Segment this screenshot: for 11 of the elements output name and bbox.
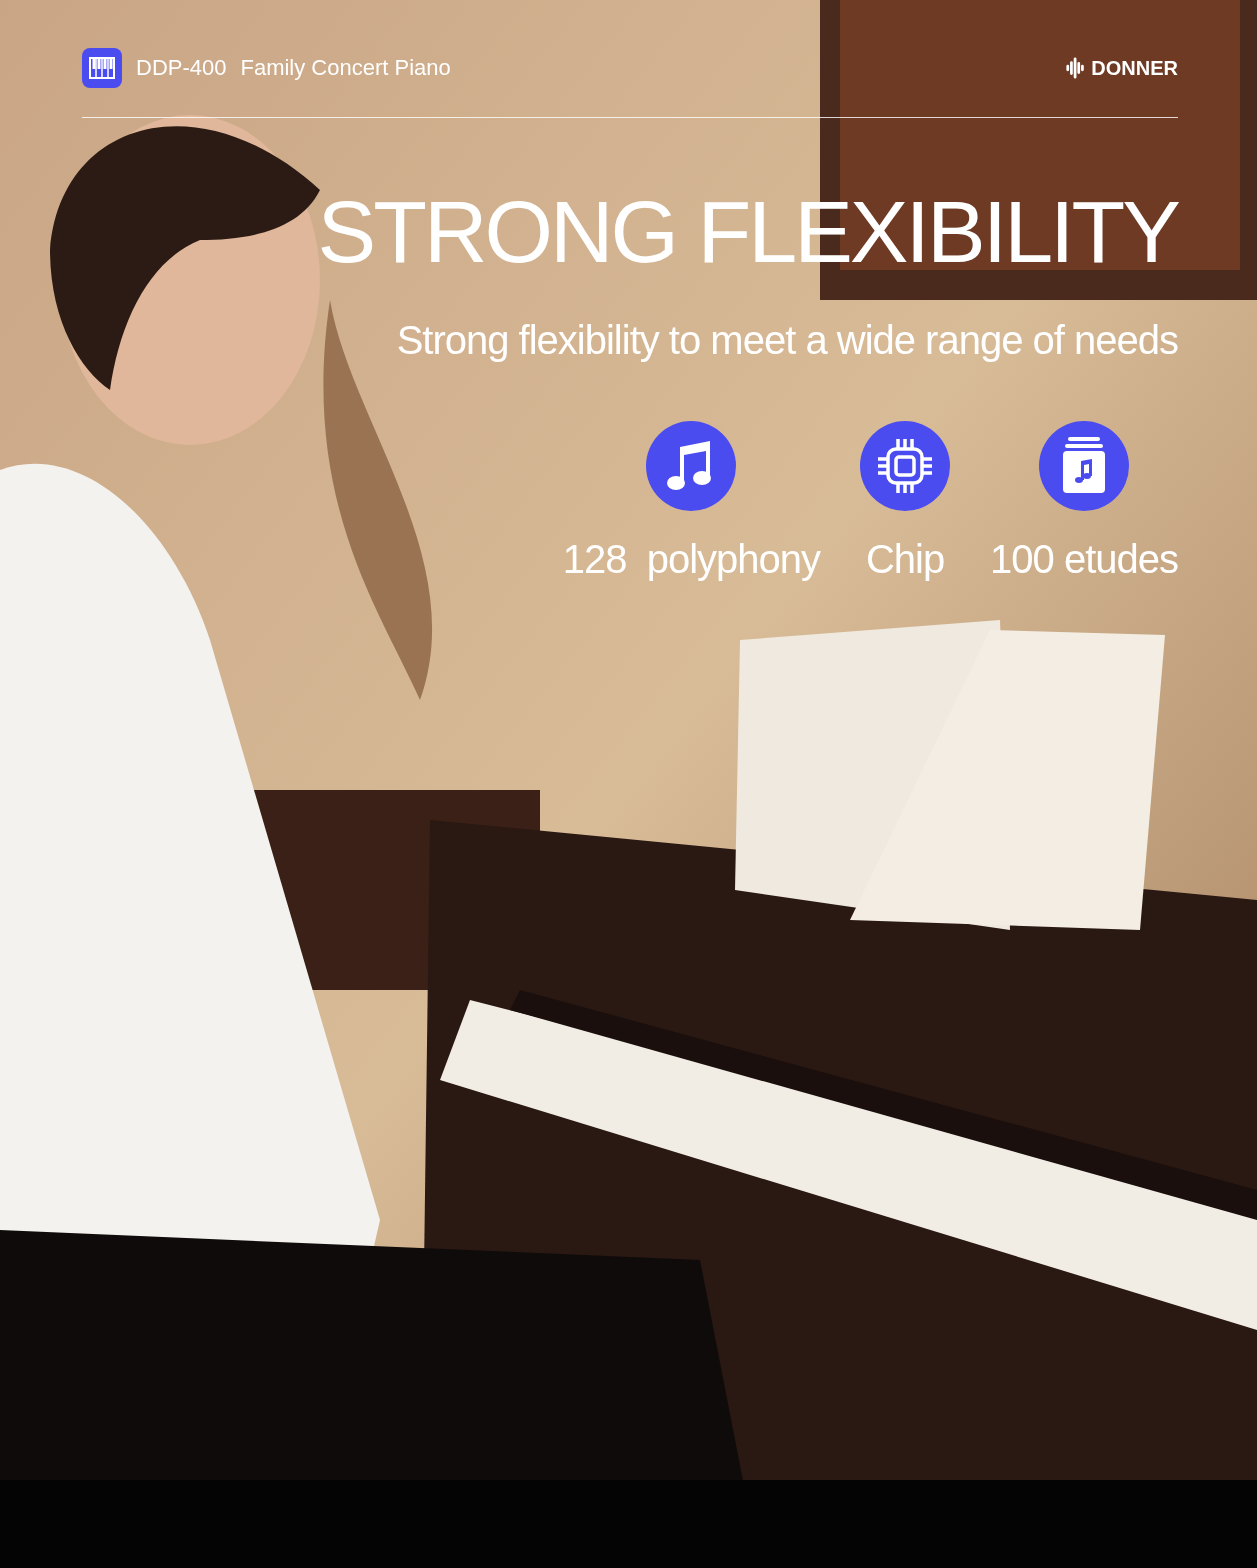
feature-label: 100 etudes bbox=[990, 537, 1178, 582]
brand-name: DONNER bbox=[1091, 56, 1178, 80]
feature-label: 128 polyphony bbox=[562, 537, 821, 582]
product-model: DDP-400 bbox=[136, 55, 227, 81]
piano-keys-icon bbox=[82, 48, 122, 88]
feature-label: Chip bbox=[865, 537, 945, 582]
product-name: Family Concert Piano bbox=[240, 55, 451, 81]
music-note-icon bbox=[646, 421, 737, 511]
subheadline: Strong flexibility to meet a wide range of needs bbox=[395, 318, 1178, 363]
music-album-icon bbox=[1039, 421, 1129, 511]
chip-icon bbox=[860, 421, 951, 511]
